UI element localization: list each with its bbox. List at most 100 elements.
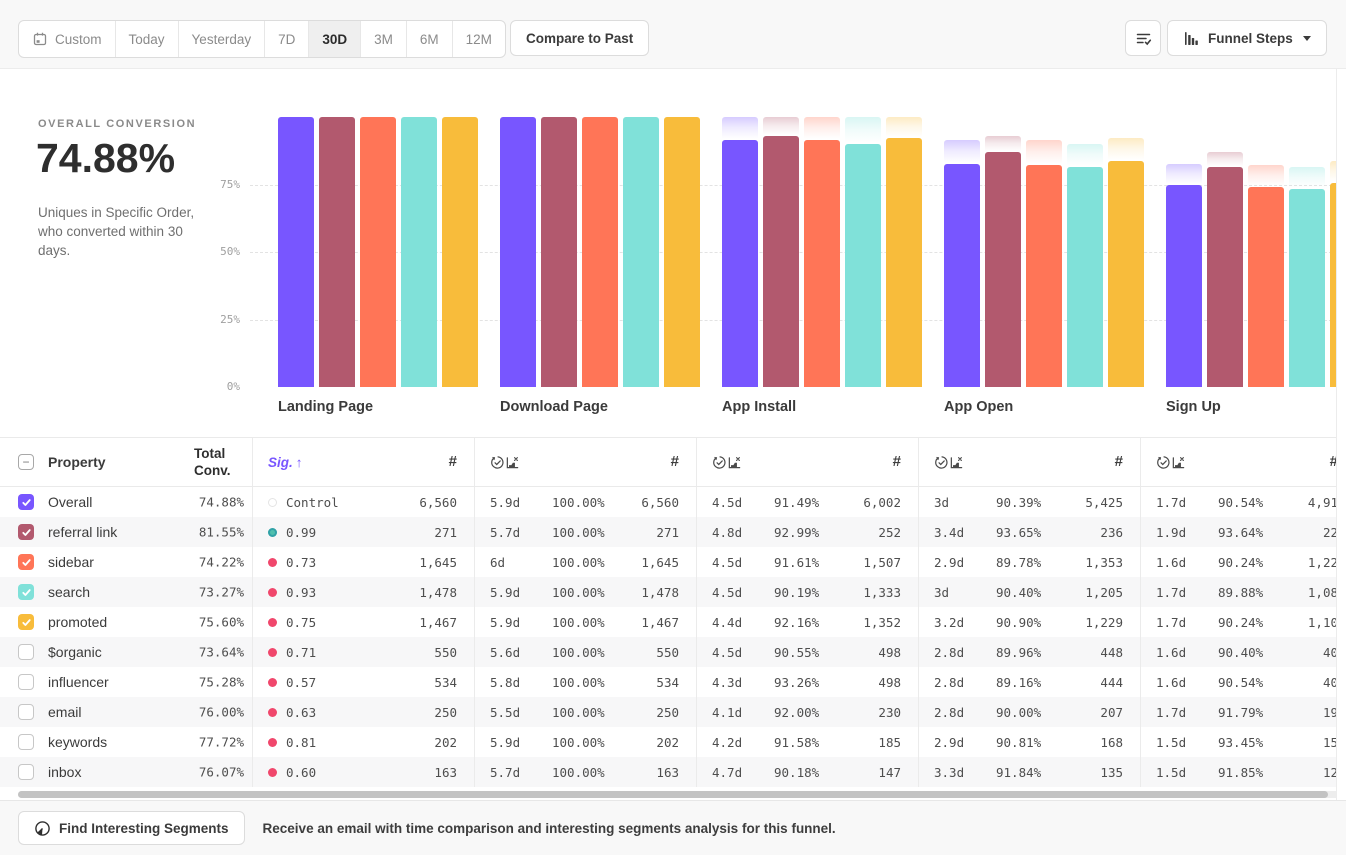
count-icon: # [449,453,457,470]
conversion-rate-value: 89.88% [1218,585,1308,600]
range-3m[interactable]: 3M [360,21,406,57]
time-to-convert-value: 3.2d [934,615,996,630]
dropoff-cap-search [1067,144,1103,167]
sig-not-significant-dot [268,768,277,777]
time-column-header[interactable] [1156,455,1171,470]
range-7d[interactable]: 7D [264,21,308,57]
step-count-value: 1,08 [1308,585,1337,600]
range-6m[interactable]: 6M [406,21,452,57]
sig-column-header[interactable]: Sig.↑ [268,455,303,470]
bar-search-step-2[interactable] [623,117,659,387]
step-cell: 5.9d100.00%202 [475,727,696,757]
bar-sidebar-step-4[interactable] [1026,165,1062,387]
y-axis-tick: 0% [198,380,240,394]
range-30d[interactable]: 30D [308,21,360,57]
bar-search-step-3[interactable] [845,144,881,388]
segment-checkbox-$organic[interactable] [18,644,34,660]
bar-sidebar-step-3[interactable] [804,140,840,387]
bar-chart-icon [1183,30,1200,47]
bar-promoted-step-4[interactable] [1108,161,1144,387]
time-column-header[interactable] [712,455,727,470]
bar-referral-link-step-1[interactable] [319,117,355,387]
dropoff-cap-sidebar [804,117,840,140]
segment-checkbox-influencer[interactable] [18,674,34,690]
bar-sidebar-step-2[interactable] [582,117,618,387]
bar-sidebar-step-5[interactable] [1248,187,1284,387]
header-section-step-4: # [918,438,1140,486]
bar-Overall-step-4[interactable] [944,164,980,387]
sig-cell-section: 0.99271 [252,517,474,547]
time-column-header[interactable] [934,455,949,470]
bar-referral-link-step-4[interactable] [985,152,1021,387]
bar-Overall-step-3[interactable] [722,140,758,387]
bar-promoted-step-1[interactable] [442,117,478,387]
total-conversion-value: 76.07% [140,765,244,780]
funnel-steps-dropdown[interactable]: Funnel Steps [1167,20,1327,56]
range-today[interactable]: Today [115,21,178,57]
step-cell: 4.4d92.16%1,352 [697,607,918,637]
conversion-rate-value: 90.40% [1218,645,1323,660]
segment-checkbox-search[interactable] [18,584,34,600]
bar-promoted-step-2[interactable] [664,117,700,387]
rate-column-header[interactable] [949,455,964,470]
bar-referral-link-step-3[interactable] [763,136,799,387]
sig-value: 0.60 [286,765,316,780]
segment-checkbox-email[interactable] [18,704,34,720]
bar-referral-link-step-2[interactable] [541,117,577,387]
count-column-header[interactable]: # [1115,453,1123,471]
time-to-convert-value: 5.5d [490,705,552,720]
time-column-header[interactable] [490,455,505,470]
rate-column-header[interactable] [505,455,520,470]
count-column-header[interactable]: # [893,453,901,471]
segment-checkbox-keywords[interactable] [18,734,34,750]
table-row-inbox: inbox76.07%0.601635.7d100.00%1634.7d90.1… [0,757,1337,787]
count-column-header[interactable]: # [671,453,679,471]
bar-referral-link-step-5[interactable] [1207,167,1243,387]
find-interesting-segments-button[interactable]: Find Interesting Segments [18,811,245,845]
property-cell: email76.00% [0,697,252,727]
conversion-rate-value: 93.64% [1218,525,1323,540]
rate-column-header[interactable] [1171,455,1186,470]
scrollbar-thumb[interactable] [18,791,1328,798]
segment-checkbox-sidebar[interactable] [18,554,34,570]
step-cell-section: 3.2d90.90%1,229 [918,607,1140,637]
bar-search-step-1[interactable] [401,117,437,387]
segment-checkbox-inbox[interactable] [18,764,34,780]
bar-promoted-step-3[interactable] [886,138,922,387]
time-to-convert-value: 6d [490,555,552,570]
step-cell-section: 1.9d93.64%22 [1140,517,1337,547]
bar-search-step-5[interactable] [1289,189,1325,387]
step-count-value: 4,91 [1308,495,1337,510]
time-to-convert-value: 4.2d [712,735,774,750]
segment-checkbox-Overall[interactable] [18,494,34,510]
conversion-rate-value: 91.58% [774,735,878,750]
range-custom[interactable]: Custom [19,21,115,57]
count-column-header[interactable]: # [1330,453,1337,471]
conversion-over-time-icon [505,455,520,470]
bar-Overall-step-5[interactable] [1166,185,1202,387]
bar-sidebar-step-1[interactable] [360,117,396,387]
bar-search-step-4[interactable] [1067,167,1103,387]
bar-promoted-step-5[interactable] [1330,183,1337,387]
select-all-checkbox[interactable]: − [18,454,34,470]
time-to-convert-value: 5.9d [490,615,552,630]
range-12m[interactable]: 12M [452,21,505,57]
range-yesterday[interactable]: Yesterday [178,21,265,57]
sig-value: Control [286,495,339,510]
compare-to-past-button[interactable]: Compare to Past [510,20,649,56]
horizontal-scrollbar[interactable] [18,791,1337,798]
segment-checkbox-promoted[interactable] [18,614,34,630]
step-cell-section: 1.7d90.54%4,91 [1140,487,1337,517]
conversion-rate-value: 93.26% [774,675,878,690]
sig-cell-section: 0.63250 [252,697,474,727]
conversion-rate-value: 89.16% [996,675,1100,690]
bar-Overall-step-2[interactable] [500,117,536,387]
filter-list-button[interactable] [1125,20,1161,56]
conversion-rate-value: 93.65% [996,525,1100,540]
rate-column-header[interactable] [727,455,742,470]
total-conversion-value: 74.22% [140,555,244,570]
segment-checkbox-referral-link[interactable] [18,524,34,540]
step-count-value: 147 [878,765,901,780]
bar-Overall-step-1[interactable] [278,117,314,387]
count-column-header[interactable]: # [449,453,457,471]
